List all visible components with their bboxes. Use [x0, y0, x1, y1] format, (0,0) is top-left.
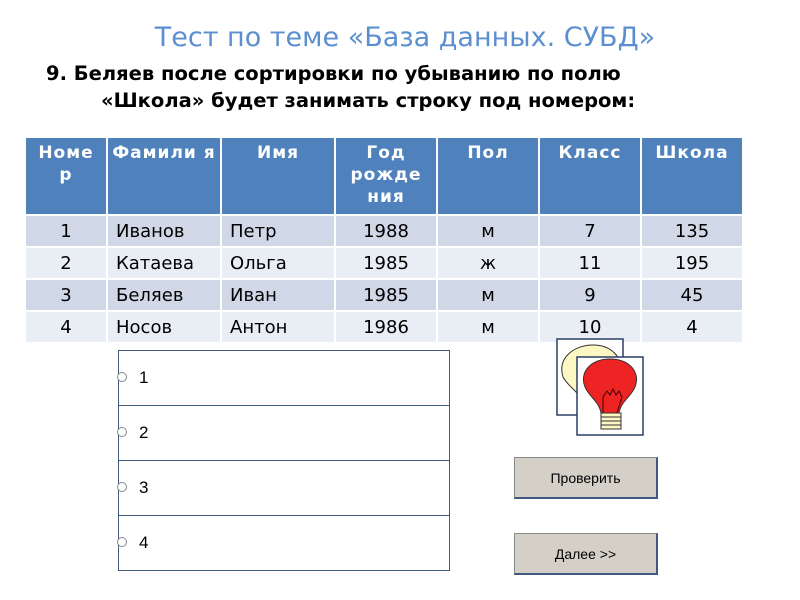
cell-familiya: Катаева: [107, 246, 222, 279]
radio-button[interactable]: [117, 537, 127, 547]
cell-god: 1985: [335, 246, 438, 279]
table-row: 2 Катаева Ольга 1985 ж 11 195: [26, 246, 742, 279]
cell-nomer: 4: [26, 310, 108, 342]
cell-pol: ж: [437, 246, 540, 279]
lightbulb-icon[interactable]: [555, 337, 645, 437]
cell-nomer: 1: [26, 214, 108, 247]
cell-familiya: Беляев: [107, 278, 222, 311]
answer-label: 4: [139, 533, 149, 552]
cell-nomer: 2: [26, 246, 108, 279]
radio-button[interactable]: [117, 427, 127, 437]
cell-imya: Иван: [221, 278, 336, 311]
header-pol: Пол: [437, 138, 540, 215]
header-imya: Имя: [221, 138, 336, 215]
header-shkola: Школа: [641, 138, 742, 215]
radio-button[interactable]: [117, 482, 127, 492]
answer-label: 1: [139, 368, 149, 387]
check-button[interactable]: Проверить: [514, 457, 658, 499]
table-row: 1 Иванов Петр 1988 м 7 135: [26, 214, 742, 247]
cell-nomer: 3: [26, 278, 108, 311]
cell-imya: Антон: [221, 310, 336, 342]
cell-pol: м: [437, 310, 540, 342]
cell-shkola: 195: [641, 246, 742, 279]
answer-option-2[interactable]: 2: [117, 405, 450, 461]
cell-familiya: Носов: [107, 310, 222, 342]
question-line-1: 9. Беляев после сортировки по убыванию п…: [46, 62, 621, 85]
cell-klass: 9: [539, 278, 642, 311]
question-line-2: «Школа» будет занимать строку под номеро…: [101, 89, 636, 112]
database-table: Номе р Фамили я Имя Год рожде ния Пол Кл…: [26, 138, 742, 342]
cell-shkola: 135: [641, 214, 742, 247]
cell-pol: м: [437, 278, 540, 311]
header-klass: Класс: [539, 138, 642, 215]
table-row: 3 Беляев Иван 1985 м 9 45: [26, 278, 742, 311]
header-nomer: Номе р: [26, 138, 108, 215]
cell-pol: м: [437, 214, 540, 247]
page-title: Тест по теме «База данных. СУБД»: [154, 22, 656, 53]
cell-klass: 7: [539, 214, 642, 247]
answer-option-3[interactable]: 3: [117, 460, 450, 516]
cell-imya: Петр: [221, 214, 336, 247]
radio-button[interactable]: [117, 372, 127, 382]
header-god-rozhdeniya: Год рожде ния: [335, 138, 438, 215]
answer-option-4[interactable]: 4: [117, 515, 450, 571]
cell-familiya: Иванов: [107, 214, 222, 247]
answer-label: 2: [139, 423, 149, 442]
cell-god: 1986: [335, 310, 438, 342]
answer-label: 3: [139, 478, 149, 497]
question-text: 9. Беляев после сортировки по убыванию п…: [46, 60, 766, 114]
cell-shkola: 4: [641, 310, 742, 342]
cell-shkola: 45: [641, 278, 742, 311]
table-header-row: Номе р Фамили я Имя Год рожде ния Пол Кл…: [26, 138, 742, 215]
answer-options: 1 2 3 4: [117, 350, 450, 571]
cell-god: 1985: [335, 278, 438, 311]
answer-option-1[interactable]: 1: [117, 350, 450, 406]
header-familiya: Фамили я: [107, 138, 222, 215]
cell-god: 1988: [335, 214, 438, 247]
next-button[interactable]: Далее >>: [514, 533, 658, 575]
cell-klass: 11: [539, 246, 642, 279]
cell-imya: Ольга: [221, 246, 336, 279]
